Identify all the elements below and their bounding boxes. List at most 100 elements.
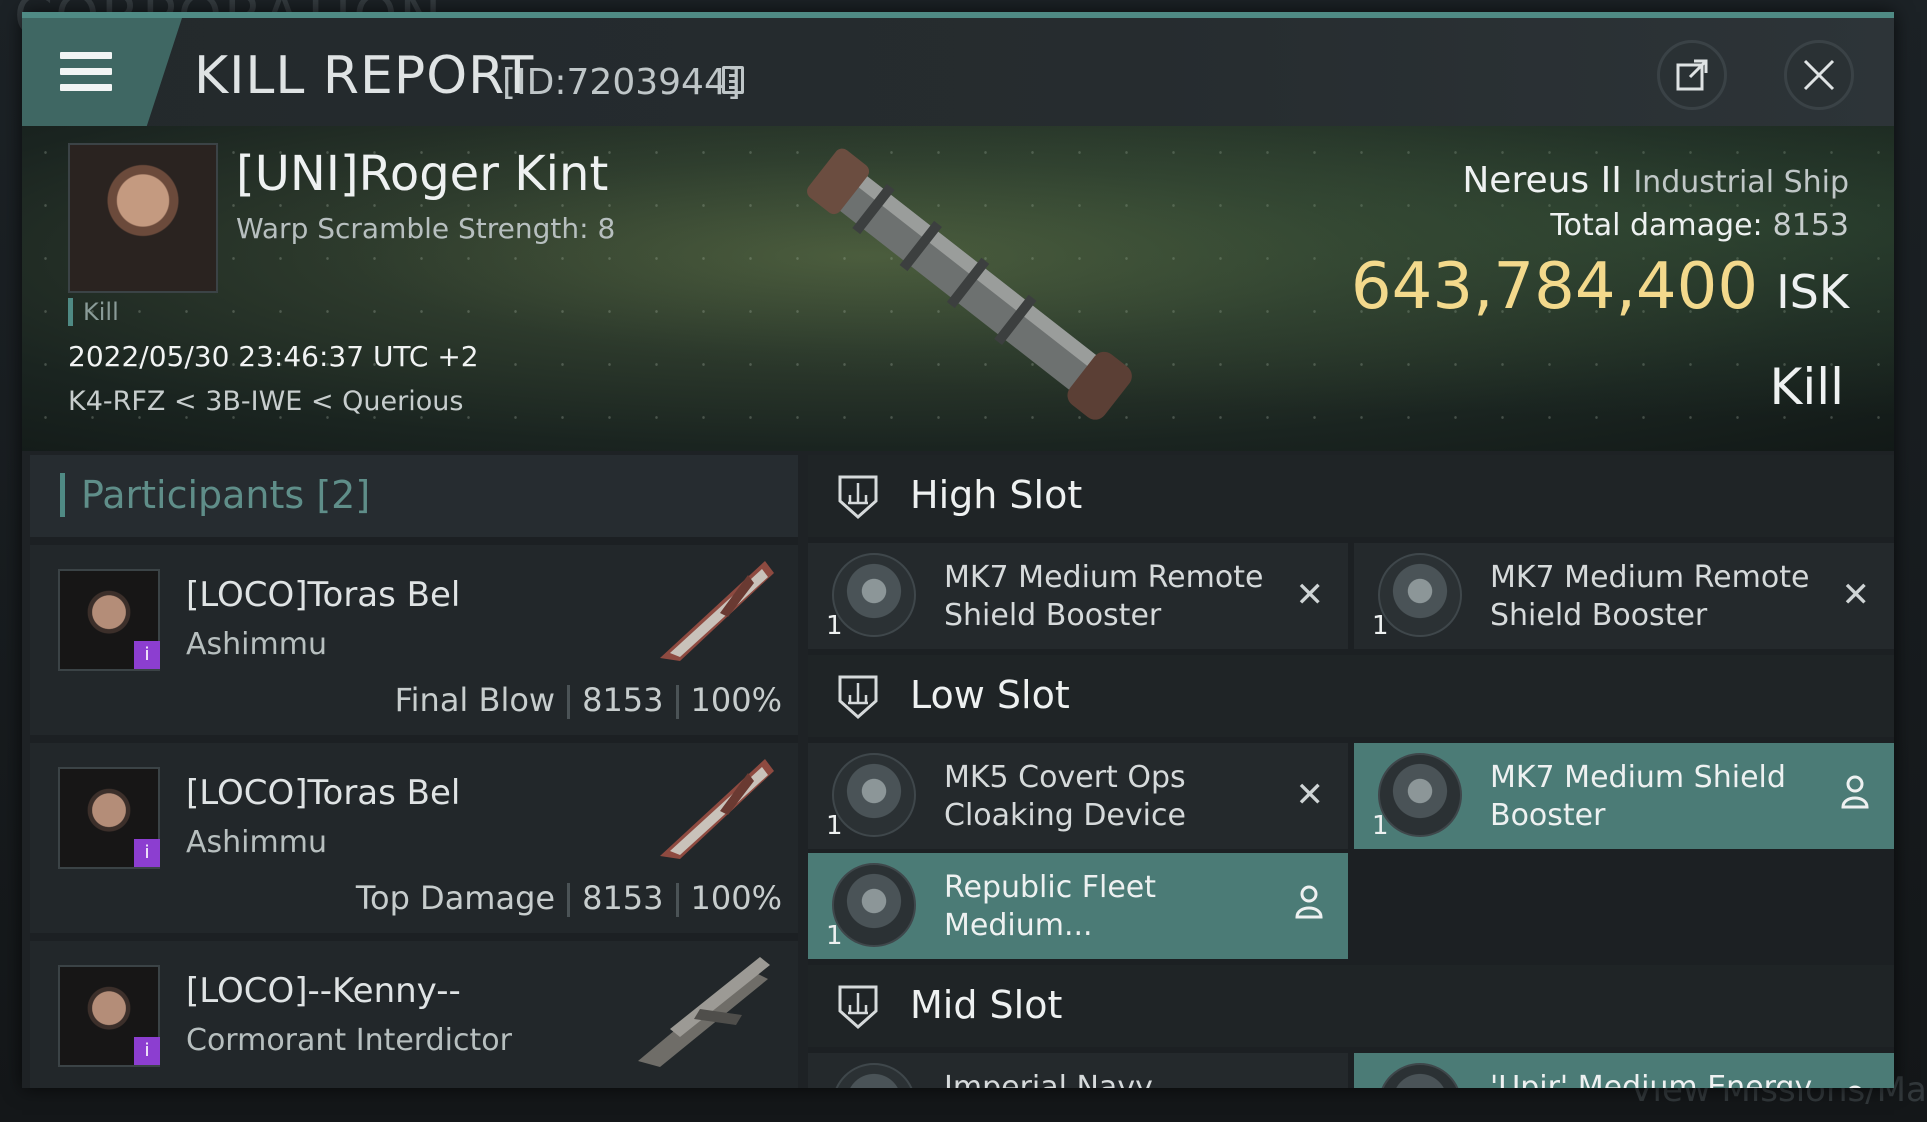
participant-ship-image <box>660 759 774 859</box>
participants-header: Participants [2] <box>30 455 798 537</box>
energy-module-icon <box>1378 1063 1462 1088</box>
module-item[interactable]: 1 MK7 Medium Remote Shield Booster ✕ <box>1354 543 1894 649</box>
window-title: KILL REPORT <box>194 46 535 106</box>
total-damage: Total damage: 8153 <box>1550 208 1849 243</box>
participant-ship: Ashimmu <box>186 627 327 662</box>
victim-portrait[interactable] <box>68 143 218 293</box>
isk-value: 643,784,400 ISK <box>1351 250 1849 324</box>
kill-report-window: KILL REPORT [ID:7203944] [UNI]Roger Kint… <box>22 12 1894 1088</box>
module-quantity: 1 <box>1372 611 1389 641</box>
destroyed-icon: ✕ <box>1296 1085 1325 1088</box>
module-quantity: 1 <box>1372 811 1389 841</box>
warp-scramble-strength: Warp Scramble Strength: 8 <box>236 212 616 245</box>
slot-title: High Slot <box>910 473 1083 517</box>
module-item[interactable]: 1 MK7 Medium Shield Booster <box>1354 743 1894 849</box>
module-item[interactable]: 1 MK5 Covert Ops Cloaking Device ✕ <box>808 743 1348 849</box>
module-name: 'Upir' Medium Energy <box>1490 1070 1813 1088</box>
stats-divider <box>675 883 679 917</box>
participant-card[interactable]: i [LOCO]Toras Bel Ashimmu Top Damage 8153… <box>30 743 798 933</box>
participant-card[interactable]: i [LOCO]--Kenny-- Cormorant Interdictor <box>30 941 798 1088</box>
victim-ship-name: Nereus II <box>1462 160 1622 201</box>
fitting-panel: High Slot 1 MK7 Medium Remote Shield Boo… <box>808 455 1894 1088</box>
shield-booster-icon <box>1378 753 1462 837</box>
capacitor-battery-icon <box>832 863 916 947</box>
participant-role: Top Damage <box>355 879 556 917</box>
corp-badge-icon: i <box>134 1037 160 1065</box>
external-link-icon <box>1676 59 1708 91</box>
copy-icon[interactable] <box>722 66 744 94</box>
participants-title: Participants [2] <box>60 473 370 517</box>
kill-tag: Kill <box>68 298 119 326</box>
module-name: MK7 Medium Remote Shield Booster <box>944 560 1264 633</box>
report-id: [ID:7203944] <box>502 62 741 103</box>
isk-amount: 643,784,400 <box>1350 250 1759 324</box>
corp-badge-icon: i <box>134 839 160 867</box>
slot-title: Mid Slot <box>910 983 1063 1027</box>
participants-panel: Participants [2] i [LOCO]Toras Bel Ashim… <box>30 455 798 1088</box>
kill-result: Kill <box>1769 358 1844 416</box>
external-link-button[interactable] <box>1657 40 1727 110</box>
module-quantity: 1 <box>826 921 843 951</box>
slot-shield-icon <box>838 475 878 520</box>
module-item[interactable]: 1 Republic Fleet Medium... <box>808 853 1348 959</box>
menu-icon <box>60 52 112 92</box>
module-item[interactable]: 1 Imperial Navy ✕ <box>808 1053 1348 1088</box>
participants-label: Participants <box>81 473 305 517</box>
slot-shield-icon <box>838 985 878 1030</box>
low-slot-header: Low Slot <box>808 655 1894 737</box>
slot-shield-icon <box>838 675 878 720</box>
victim-ship-image <box>807 148 1132 420</box>
victim-pilot-name[interactable]: [UNI]Roger Kint <box>236 146 608 202</box>
participant-name[interactable]: [LOCO]--Kenny-- <box>186 971 461 1011</box>
high-slot-header: High Slot <box>808 455 1894 537</box>
mid-slot-header: Mid Slot <box>808 965 1894 1047</box>
module-name: MK7 Medium Shield Booster <box>1490 760 1786 833</box>
energy-module-icon <box>832 1063 916 1088</box>
isk-unit: ISK <box>1776 265 1849 319</box>
module-quantity: 1 <box>826 611 843 641</box>
total-damage-value: 8153 <box>1772 208 1849 243</box>
participant-ship-image <box>638 957 770 1067</box>
shield-booster-icon <box>1378 553 1462 637</box>
victim-ship[interactable]: Nereus II Industrial Ship <box>1462 160 1849 201</box>
victim-ship-class: Industrial Ship <box>1633 165 1849 200</box>
menu-button[interactable] <box>22 18 182 126</box>
module-name: MK7 Medium Remote Shield Booster <box>1490 560 1810 633</box>
module-item[interactable]: 1 MK7 Medium Remote Shield Booster ✕ <box>808 543 1348 649</box>
destroyed-icon: ✕ <box>1841 575 1871 615</box>
close-button[interactable] <box>1784 40 1854 110</box>
total-damage-label: Total damage: <box>1550 208 1763 243</box>
participant-ship-image <box>660 561 774 661</box>
stats-divider <box>567 883 571 917</box>
kill-location[interactable]: K4-RFZ < 3B-IWE < Querious <box>68 386 463 417</box>
module-name: Imperial Navy <box>944 1070 1153 1088</box>
participants-count: [2] <box>316 473 371 517</box>
participant-card[interactable]: i [LOCO]Toras Bel Ashimmu Final Blow 8153… <box>30 545 798 735</box>
participant-name[interactable]: [LOCO]Toras Bel <box>186 575 460 615</box>
close-icon <box>1803 59 1835 91</box>
dropped-person-icon <box>1841 775 1869 809</box>
participant-stats: Top Damage 8153 100% <box>356 879 782 917</box>
participant-role: Final Blow <box>394 681 556 719</box>
module-item[interactable]: 1 'Upir' Medium Energy <box>1354 1053 1894 1088</box>
dropped-person-icon <box>1848 1085 1862 1088</box>
kill-datetime: 2022/05/30 23:46:37 UTC +2 <box>68 340 479 373</box>
participant-percent: 100% <box>690 879 782 917</box>
module-quantity: 1 <box>826 811 843 841</box>
stats-divider <box>567 685 571 719</box>
cloaking-device-icon <box>832 753 916 837</box>
stats-divider <box>675 685 679 719</box>
corp-badge-icon: i <box>134 641 160 669</box>
module-name: Republic Fleet Medium... <box>944 870 1157 943</box>
participant-damage: 8153 <box>582 879 664 917</box>
shield-booster-icon <box>832 553 916 637</box>
victim-banner: [UNI]Roger Kint Warp Scramble Strength: … <box>22 126 1894 451</box>
participant-name[interactable]: [LOCO]Toras Bel <box>186 773 460 813</box>
participant-ship: Cormorant Interdictor <box>186 1023 512 1058</box>
destroyed-icon: ✕ <box>1295 775 1325 815</box>
participant-percent: 100% <box>690 681 782 719</box>
participant-ship: Ashimmu <box>186 825 327 860</box>
participant-stats: Final Blow 8153 100% <box>395 681 782 719</box>
slot-title: Low Slot <box>910 673 1070 717</box>
module-name: MK5 Covert Ops Cloaking Device <box>944 760 1186 833</box>
